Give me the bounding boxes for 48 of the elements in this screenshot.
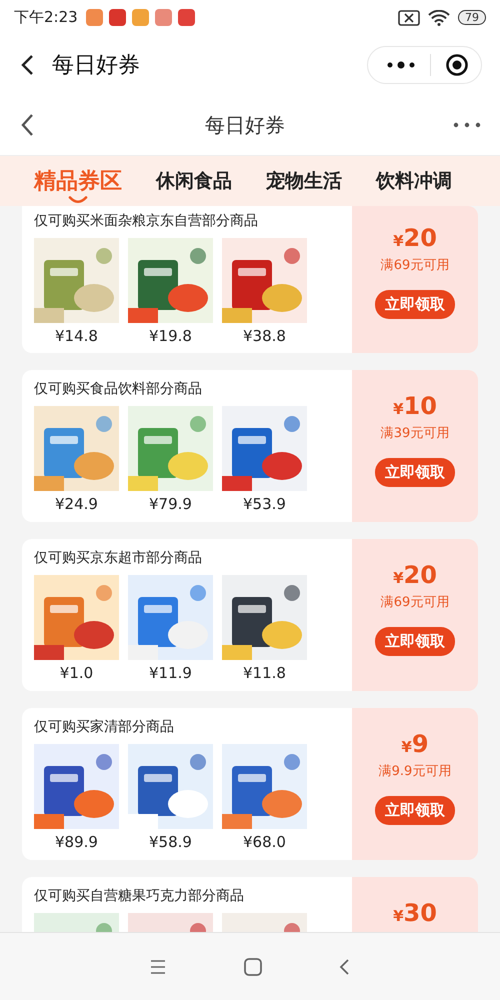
category-tab[interactable]: 饮料冲调 (376, 168, 452, 194)
product-price: ¥79.9 (149, 495, 192, 513)
coupon-condition: 满39元可用 (380, 425, 450, 442)
coupon-scope: 仅可购买自营糖果巧克力部分商品 (34, 887, 245, 905)
coupon-amount: ¥10 (393, 392, 437, 420)
coupon-condition: 满69元可用 (380, 257, 450, 274)
product-price: ¥11.9 (149, 664, 192, 682)
coupon-amount: ¥20 (393, 224, 437, 252)
claim-button[interactable]: 立即领取 (375, 627, 455, 656)
page-title: 每日好券 (205, 112, 285, 138)
product-price: ¥58.9 (149, 833, 192, 851)
product-price: ¥11.8 (243, 664, 286, 682)
coupon-scope: 仅可购买食品饮料部分商品 (34, 380, 203, 398)
product-price: ¥14.8 (55, 327, 98, 345)
product-price: ¥38.8 (243, 327, 286, 345)
claim-button[interactable]: 立即领取 (375, 290, 455, 319)
wifi-icon (428, 10, 450, 26)
coupon-scope: 仅可购买家清部分商品 (34, 718, 175, 736)
product-price: ¥24.9 (55, 495, 98, 513)
product-price: ¥19.8 (149, 327, 192, 345)
mini-program-title: 每日好券 (52, 52, 140, 80)
status-time: 下午2:23 (14, 8, 78, 27)
product-price: ¥1.0 (60, 664, 94, 682)
more-icon[interactable] (386, 60, 416, 70)
coupon-scope: 仅可购买米面杂粮京东自营部分商品 (34, 212, 259, 230)
more-icon[interactable] (452, 121, 482, 129)
app-notification-icon (132, 9, 149, 26)
claim-button[interactable]: 立即领取 (375, 458, 455, 487)
coupon-amount: ¥20 (393, 561, 437, 589)
tab-indicator-icon (68, 196, 88, 204)
coupon-scope: 仅可购买京东超市部分商品 (34, 549, 203, 567)
coupon-condition: 满69元可用 (380, 594, 450, 611)
category-tab[interactable]: 精品券区 (34, 166, 122, 196)
product-price: ¥68.0 (243, 833, 286, 851)
battery-indicator: 79 (458, 10, 486, 25)
category-tab[interactable]: 宠物生活 (266, 168, 342, 194)
product-price: ¥89.9 (55, 833, 98, 851)
app-notification-icon (86, 9, 103, 26)
claim-button[interactable]: 立即领取 (375, 796, 455, 825)
app-notification-icon (178, 9, 195, 26)
coupon-amount: ¥30 (393, 899, 437, 927)
app-notification-icon (108, 9, 126, 26)
coupon-amount: ¥9 (401, 730, 429, 758)
coupon-condition: 满9.9元可用 (378, 763, 452, 780)
sim-off-icon (398, 10, 420, 26)
category-tab[interactable]: 休闲食品 (156, 168, 232, 194)
product-price: ¥53.9 (243, 495, 286, 513)
app-notification-icon (154, 9, 172, 26)
